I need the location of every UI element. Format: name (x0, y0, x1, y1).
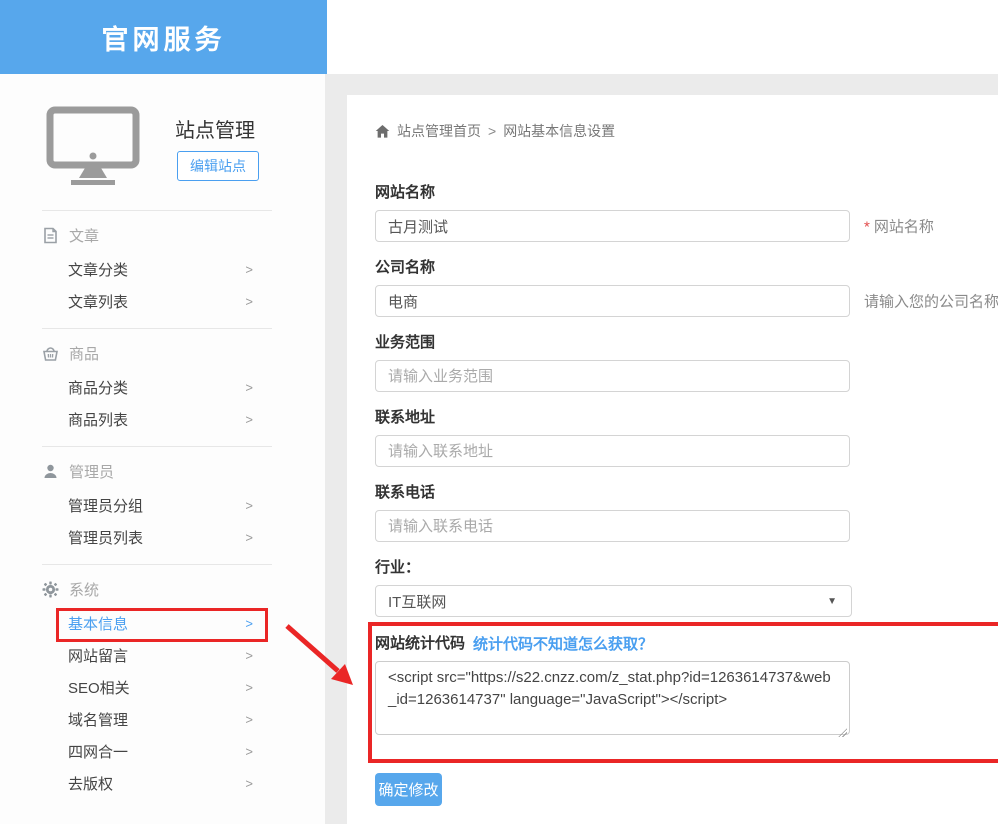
gear-icon (42, 581, 59, 598)
user-icon (42, 463, 59, 480)
sidebar-item-label: 管理员分组 (68, 495, 143, 516)
industry-select[interactable]: IT互联网 ▼ (375, 585, 852, 617)
sidebar-item-label: SEO相关 (68, 677, 130, 698)
contact-address-group: 联系地址 (375, 408, 850, 467)
sidebar-item-label: 域名管理 (68, 709, 128, 730)
sidebar-section-system: 系统 (0, 580, 325, 598)
chevron-right-icon: > (245, 380, 253, 395)
sidebar: 站点管理 编辑站点 文章 文章分类 > 文章列表 > (0, 74, 325, 824)
sidebar-item-label: 商品列表 (68, 409, 128, 430)
page: 官网服务 站点管理 编辑站点 (0, 0, 998, 824)
breadcrumb-separator: > (488, 123, 496, 139)
confirm-edit-button[interactable]: 确定修改 (375, 773, 442, 806)
website-name-group: 网站名称 *网站名称 (375, 183, 850, 242)
sidebar-item-admin-group[interactable]: 管理员分组 > (0, 489, 325, 521)
stats-code-textarea[interactable]: <script src="https://s22.cnzz.com/z_stat… (375, 661, 850, 735)
sidebar-item-goods-category[interactable]: 商品分类 > (0, 371, 325, 403)
business-scope-group: 业务范围 (375, 333, 850, 392)
sidebar-section-label: 系统 (69, 579, 99, 600)
content-panel: 站点管理首页 > 网站基本信息设置 网站名称 *网站名称 公司名称 请输入您的公… (347, 95, 998, 824)
hint-text: 网站名称 (874, 219, 934, 236)
sidebar-item-four-in-one[interactable]: 四网合一 > (0, 735, 325, 767)
sidebar-item-label: 文章列表 (68, 291, 128, 312)
stats-code-label: 网站统计代码 (375, 634, 465, 654)
sidebar-section-articles: 文章 (0, 226, 325, 244)
breadcrumb-home-link[interactable]: 站点管理首页 (397, 121, 481, 141)
chevron-right-icon: > (245, 498, 253, 513)
website-name-label: 网站名称 (375, 183, 850, 203)
breadcrumb-current-page: 网站基本信息设置 (503, 121, 615, 141)
sidebar-item-label: 文章分类 (68, 259, 128, 280)
basket-icon (42, 345, 59, 362)
sidebar-item-admin-list[interactable]: 管理员列表 > (0, 521, 325, 553)
sidebar-divider (42, 446, 272, 447)
sidebar-item-label: 商品分类 (68, 377, 128, 398)
sidebar-item-article-list[interactable]: 文章列表 > (0, 285, 325, 317)
sidebar-section-goods: 商品 (0, 344, 325, 362)
stats-code-group: 网站统计代码 统计代码不知道怎么获取？ <script src="https:/… (375, 633, 850, 740)
sidebar-item-seo[interactable]: SEO相关 > (0, 671, 325, 703)
site-management-title: 站点管理 (175, 114, 255, 143)
chevron-right-icon: > (245, 680, 253, 695)
sidebar-item-basic-info[interactable]: 基本信息 > (0, 607, 325, 639)
sidebar-item-label: 网站留言 (68, 645, 128, 666)
chevron-right-icon: > (245, 616, 253, 631)
company-name-input[interactable] (375, 285, 850, 317)
contact-address-label: 联系地址 (375, 408, 850, 428)
contact-phone-input[interactable] (375, 510, 850, 542)
sidebar-section-label: 文章 (69, 225, 99, 246)
chevron-right-icon: > (245, 712, 253, 727)
chevron-right-icon: > (245, 262, 253, 277)
sidebar-item-remove-copyright[interactable]: 去版权 > (0, 767, 325, 799)
breadcrumb: 站点管理首页 > 网站基本信息设置 (375, 122, 998, 140)
chevron-right-icon: > (245, 412, 253, 427)
required-star: * (864, 219, 870, 236)
industry-selected-value: IT互联网 (388, 591, 446, 612)
company-name-group: 公司名称 请输入您的公司名称 (375, 258, 850, 317)
stats-code-help-link[interactable]: 统计代码不知道怎么获取？ (473, 633, 653, 654)
sidebar-item-label: 四网合一 (68, 741, 128, 762)
chevron-right-icon: > (245, 648, 253, 663)
chevron-right-icon: > (245, 294, 253, 309)
contact-address-input[interactable] (375, 435, 850, 467)
article-icon (42, 227, 59, 244)
contact-phone-label: 联系电话 (375, 483, 850, 503)
chevron-right-icon: > (245, 530, 253, 545)
sidebar-divider (42, 328, 272, 329)
home-icon (375, 124, 390, 139)
sidebar-item-label: 去版权 (68, 773, 113, 794)
sidebar-item-article-category[interactable]: 文章分类 > (0, 253, 325, 285)
sidebar-divider (42, 564, 272, 565)
edit-site-button[interactable]: 编辑站点 (177, 151, 259, 181)
sidebar-section-label: 管理员 (69, 461, 114, 482)
company-name-label: 公司名称 (375, 258, 850, 278)
website-name-input[interactable] (375, 210, 850, 242)
business-scope-label: 业务范围 (375, 333, 850, 353)
sidebar-item-goods-list[interactable]: 商品列表 > (0, 403, 325, 435)
sidebar-item-site-messages[interactable]: 网站留言 > (0, 639, 325, 671)
brand-header: 官网服务 (0, 0, 327, 74)
chevron-right-icon: > (245, 744, 253, 759)
industry-group: 行业： IT互联网 ▼ (375, 558, 850, 617)
sidebar-section-label: 商品 (69, 343, 99, 364)
sidebar-item-domain-management[interactable]: 域名管理 > (0, 703, 325, 735)
website-name-hint: *网站名称 (864, 216, 934, 237)
app-title: 官网服务 (102, 18, 226, 57)
monitor-icon (46, 106, 140, 186)
sidebar-item-label: 基本信息 (68, 613, 128, 634)
chevron-down-icon: ▼ (827, 596, 837, 607)
industry-label: 行业： (375, 558, 850, 578)
basic-info-form: 网站名称 *网站名称 公司名称 请输入您的公司名称 业务范围 联系地址 联系电话 (375, 183, 850, 740)
sidebar-section-admins: 管理员 (0, 462, 325, 480)
top-bar (327, 0, 998, 74)
chevron-right-icon: > (245, 776, 253, 791)
site-card: 站点管理 编辑站点 (0, 74, 325, 210)
company-name-hint: 请输入您的公司名称 (864, 291, 998, 312)
contact-phone-group: 联系电话 (375, 483, 850, 542)
sidebar-item-label: 管理员列表 (68, 527, 143, 548)
sidebar-divider (42, 210, 272, 211)
business-scope-input[interactable] (375, 360, 850, 392)
